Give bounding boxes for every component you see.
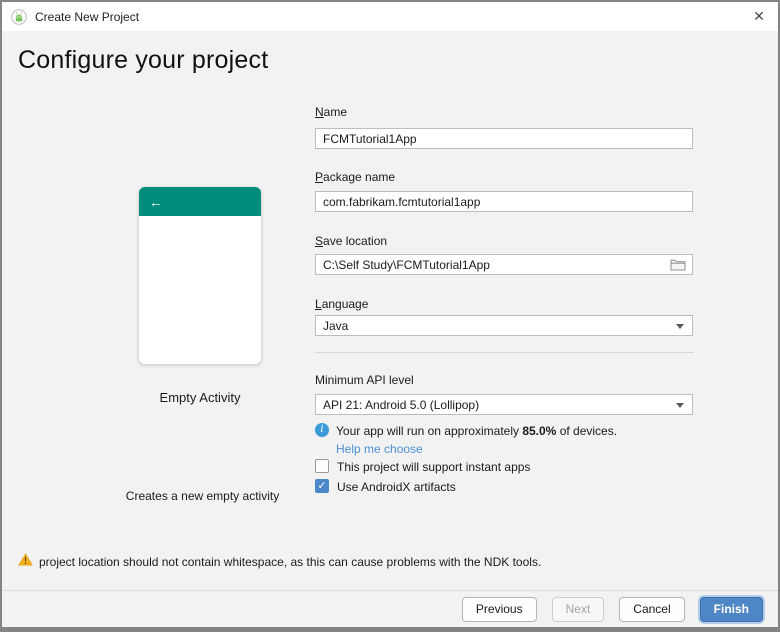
warning-message: project location should not contain whit…: [39, 555, 541, 569]
save-location-input[interactable]: [315, 254, 693, 275]
package-name-label: Package name: [315, 170, 395, 184]
back-arrow-icon: ←: [149, 195, 163, 209]
create-new-project-dialog: Create New Project ✕ Configure your proj…: [0, 0, 780, 632]
save-location-field: [315, 254, 693, 275]
chevron-down-icon: [676, 324, 684, 329]
folder-icon[interactable]: [670, 258, 686, 271]
language-label: Language: [315, 297, 368, 311]
template-name: Empty Activity: [139, 390, 261, 405]
name-input[interactable]: [315, 128, 693, 149]
titlebar: Create New Project ✕: [2, 2, 778, 31]
template-preview-appbar: ←: [139, 187, 261, 216]
info-icon: i: [315, 423, 329, 437]
finish-button[interactable]: Finish: [700, 597, 763, 622]
androidx-checkbox-label[interactable]: Use AndroidX artifacts: [337, 480, 456, 494]
previous-button[interactable]: Previous: [462, 597, 537, 622]
api-info-text: Your app will run on approximately 85.0%…: [336, 424, 617, 438]
close-icon[interactable]: ✕: [742, 2, 776, 31]
min-api-value: API 21: Android 5.0 (Lollipop): [323, 398, 479, 412]
page-title: Configure your project: [18, 46, 268, 75]
min-api-label: Minimum API level: [315, 373, 414, 387]
window-title: Create New Project: [35, 10, 139, 24]
save-location-label: Save location: [315, 234, 387, 248]
androidx-checkbox[interactable]: ✓: [315, 479, 329, 493]
form-divider: [315, 352, 694, 353]
chevron-down-icon: [676, 403, 684, 408]
api-info-prefix: Your app will run on approximately: [336, 424, 522, 438]
language-value: Java: [323, 319, 348, 333]
footer-button-bar: Previous Next Cancel Finish: [2, 591, 778, 627]
cancel-button[interactable]: Cancel: [619, 597, 684, 622]
template-preview-card: ←: [139, 187, 261, 364]
name-label: Name: [315, 105, 347, 119]
api-info-suffix: of devices.: [556, 424, 617, 438]
template-description: Creates a new empty activity: [100, 489, 305, 503]
package-name-input[interactable]: [315, 191, 693, 212]
language-dropdown[interactable]: Java: [315, 315, 693, 336]
instant-apps-checkbox-label[interactable]: This project will support instant apps: [337, 460, 530, 474]
android-studio-icon: [11, 9, 27, 25]
warning-icon: [18, 553, 33, 566]
help-me-choose-link[interactable]: Help me choose: [336, 442, 423, 456]
next-button[interactable]: Next: [552, 597, 605, 622]
instant-apps-checkbox[interactable]: [315, 459, 329, 473]
min-api-dropdown[interactable]: API 21: Android 5.0 (Lollipop): [315, 394, 693, 415]
api-info-percentage: 85.0%: [522, 424, 556, 438]
